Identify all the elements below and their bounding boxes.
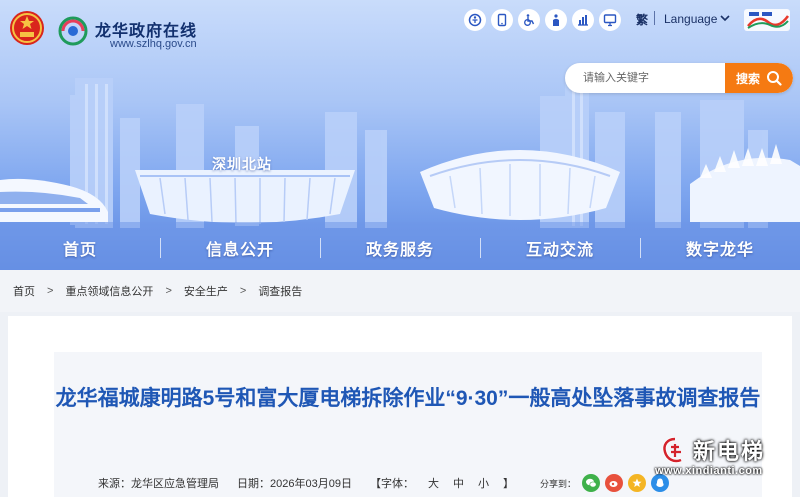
font-bracket-open: 【 <box>369 478 381 490</box>
nav-info-disclosure[interactable]: 信息公开 <box>160 228 320 268</box>
search-input[interactable] <box>565 63 725 93</box>
nav-interaction[interactable]: 互动交流 <box>480 228 640 268</box>
main-nav: 首页 信息公开 政务服务 互动交流 数字龙华 <box>0 228 800 268</box>
font-size-medium[interactable]: 中 <box>453 475 464 491</box>
breadcrumb-separator: > <box>165 285 172 297</box>
traditional-chinese-link[interactable]: 繁 <box>636 11 648 28</box>
watermark: 新电梯 www.xindianti.com <box>655 434 795 492</box>
breadcrumb-reports[interactable]: 调查报告 <box>258 283 302 299</box>
city-badge-icon[interactable] <box>742 6 792 34</box>
elder-icon[interactable] <box>545 9 567 31</box>
breadcrumb: 首页 > 重点领域信息公开 > 安全生产 > 调查报告 <box>0 270 800 312</box>
nav-digital-longhua[interactable]: 数字龙华 <box>640 228 800 268</box>
breadcrumb-separator: > <box>239 285 247 297</box>
font-bracket-close: 】 <box>502 478 514 490</box>
wheelchair-icon[interactable] <box>518 9 540 31</box>
search-icon <box>767 71 782 86</box>
station-sign: 深圳北站 <box>212 156 272 172</box>
chevron-down-icon[interactable] <box>720 14 730 22</box>
search-button[interactable]: 搜索 <box>725 63 793 93</box>
breadcrumb-home[interactable]: 首页 <box>13 283 35 299</box>
mobile-icon[interactable] <box>491 9 513 31</box>
site-domain: www.szlhq.gov.cn <box>110 38 197 50</box>
watermark-logo-icon <box>662 437 682 463</box>
search-button-label: 搜索 <box>735 71 760 86</box>
language-menu[interactable]: Language <box>664 12 717 26</box>
article-title: 龙华福城康明路5号和富大厦电梯拆除作业“9·30”一般高处坠落事故调查报告 <box>55 387 761 410</box>
font-size-switcher: 【 字体： 大 中 小 】 <box>370 475 514 491</box>
wechat-share-icon[interactable] <box>581 474 600 492</box>
article-date: 日期：2026年03月09日 <box>237 478 352 490</box>
article-source: 来源：龙华区应急管理局 <box>98 478 219 490</box>
toolbar-icons <box>464 9 621 31</box>
search-box: 搜索 <box>565 63 793 93</box>
nav-gov-services[interactable]: 政务服务 <box>320 228 480 268</box>
national-emblem-icon <box>10 11 44 45</box>
longhua-logo-icon <box>58 16 88 46</box>
font-size-large[interactable]: 大 <box>428 475 439 491</box>
breadcrumb-separator: > <box>47 285 54 297</box>
watermark-text: 新电梯 <box>693 439 766 464</box>
share-label: 分享到： <box>539 478 576 489</box>
breadcrumb-key-areas[interactable]: 重点领域信息公开 <box>65 283 153 299</box>
font-size-small[interactable]: 小 <box>478 475 489 491</box>
breadcrumb-safety[interactable]: 安全生产 <box>184 283 228 299</box>
monitor-icon[interactable] <box>599 9 621 31</box>
nav-home[interactable]: 首页 <box>0 228 160 268</box>
lang-divider <box>654 11 655 25</box>
watermark-url: www.xindianti.com <box>655 465 763 477</box>
header-banner: 龙华政府在线 www.szlhq.gov.cn 繁 Language 请输入关键… <box>0 0 800 270</box>
font-size-label: 字体： <box>380 478 414 490</box>
chart-icon[interactable] <box>572 9 594 31</box>
site-logo-area[interactable]: 龙华政府在线 www.szlhq.gov.cn <box>8 8 208 52</box>
weibo-share-icon[interactable] <box>604 474 623 492</box>
accessibility-icon[interactable] <box>464 9 486 31</box>
article-meta: 来源：龙华区应急管理局 日期：2026年03月09日 【 字体： 大 中 小 】… <box>98 473 674 493</box>
qzone-share-icon[interactable] <box>627 474 646 492</box>
